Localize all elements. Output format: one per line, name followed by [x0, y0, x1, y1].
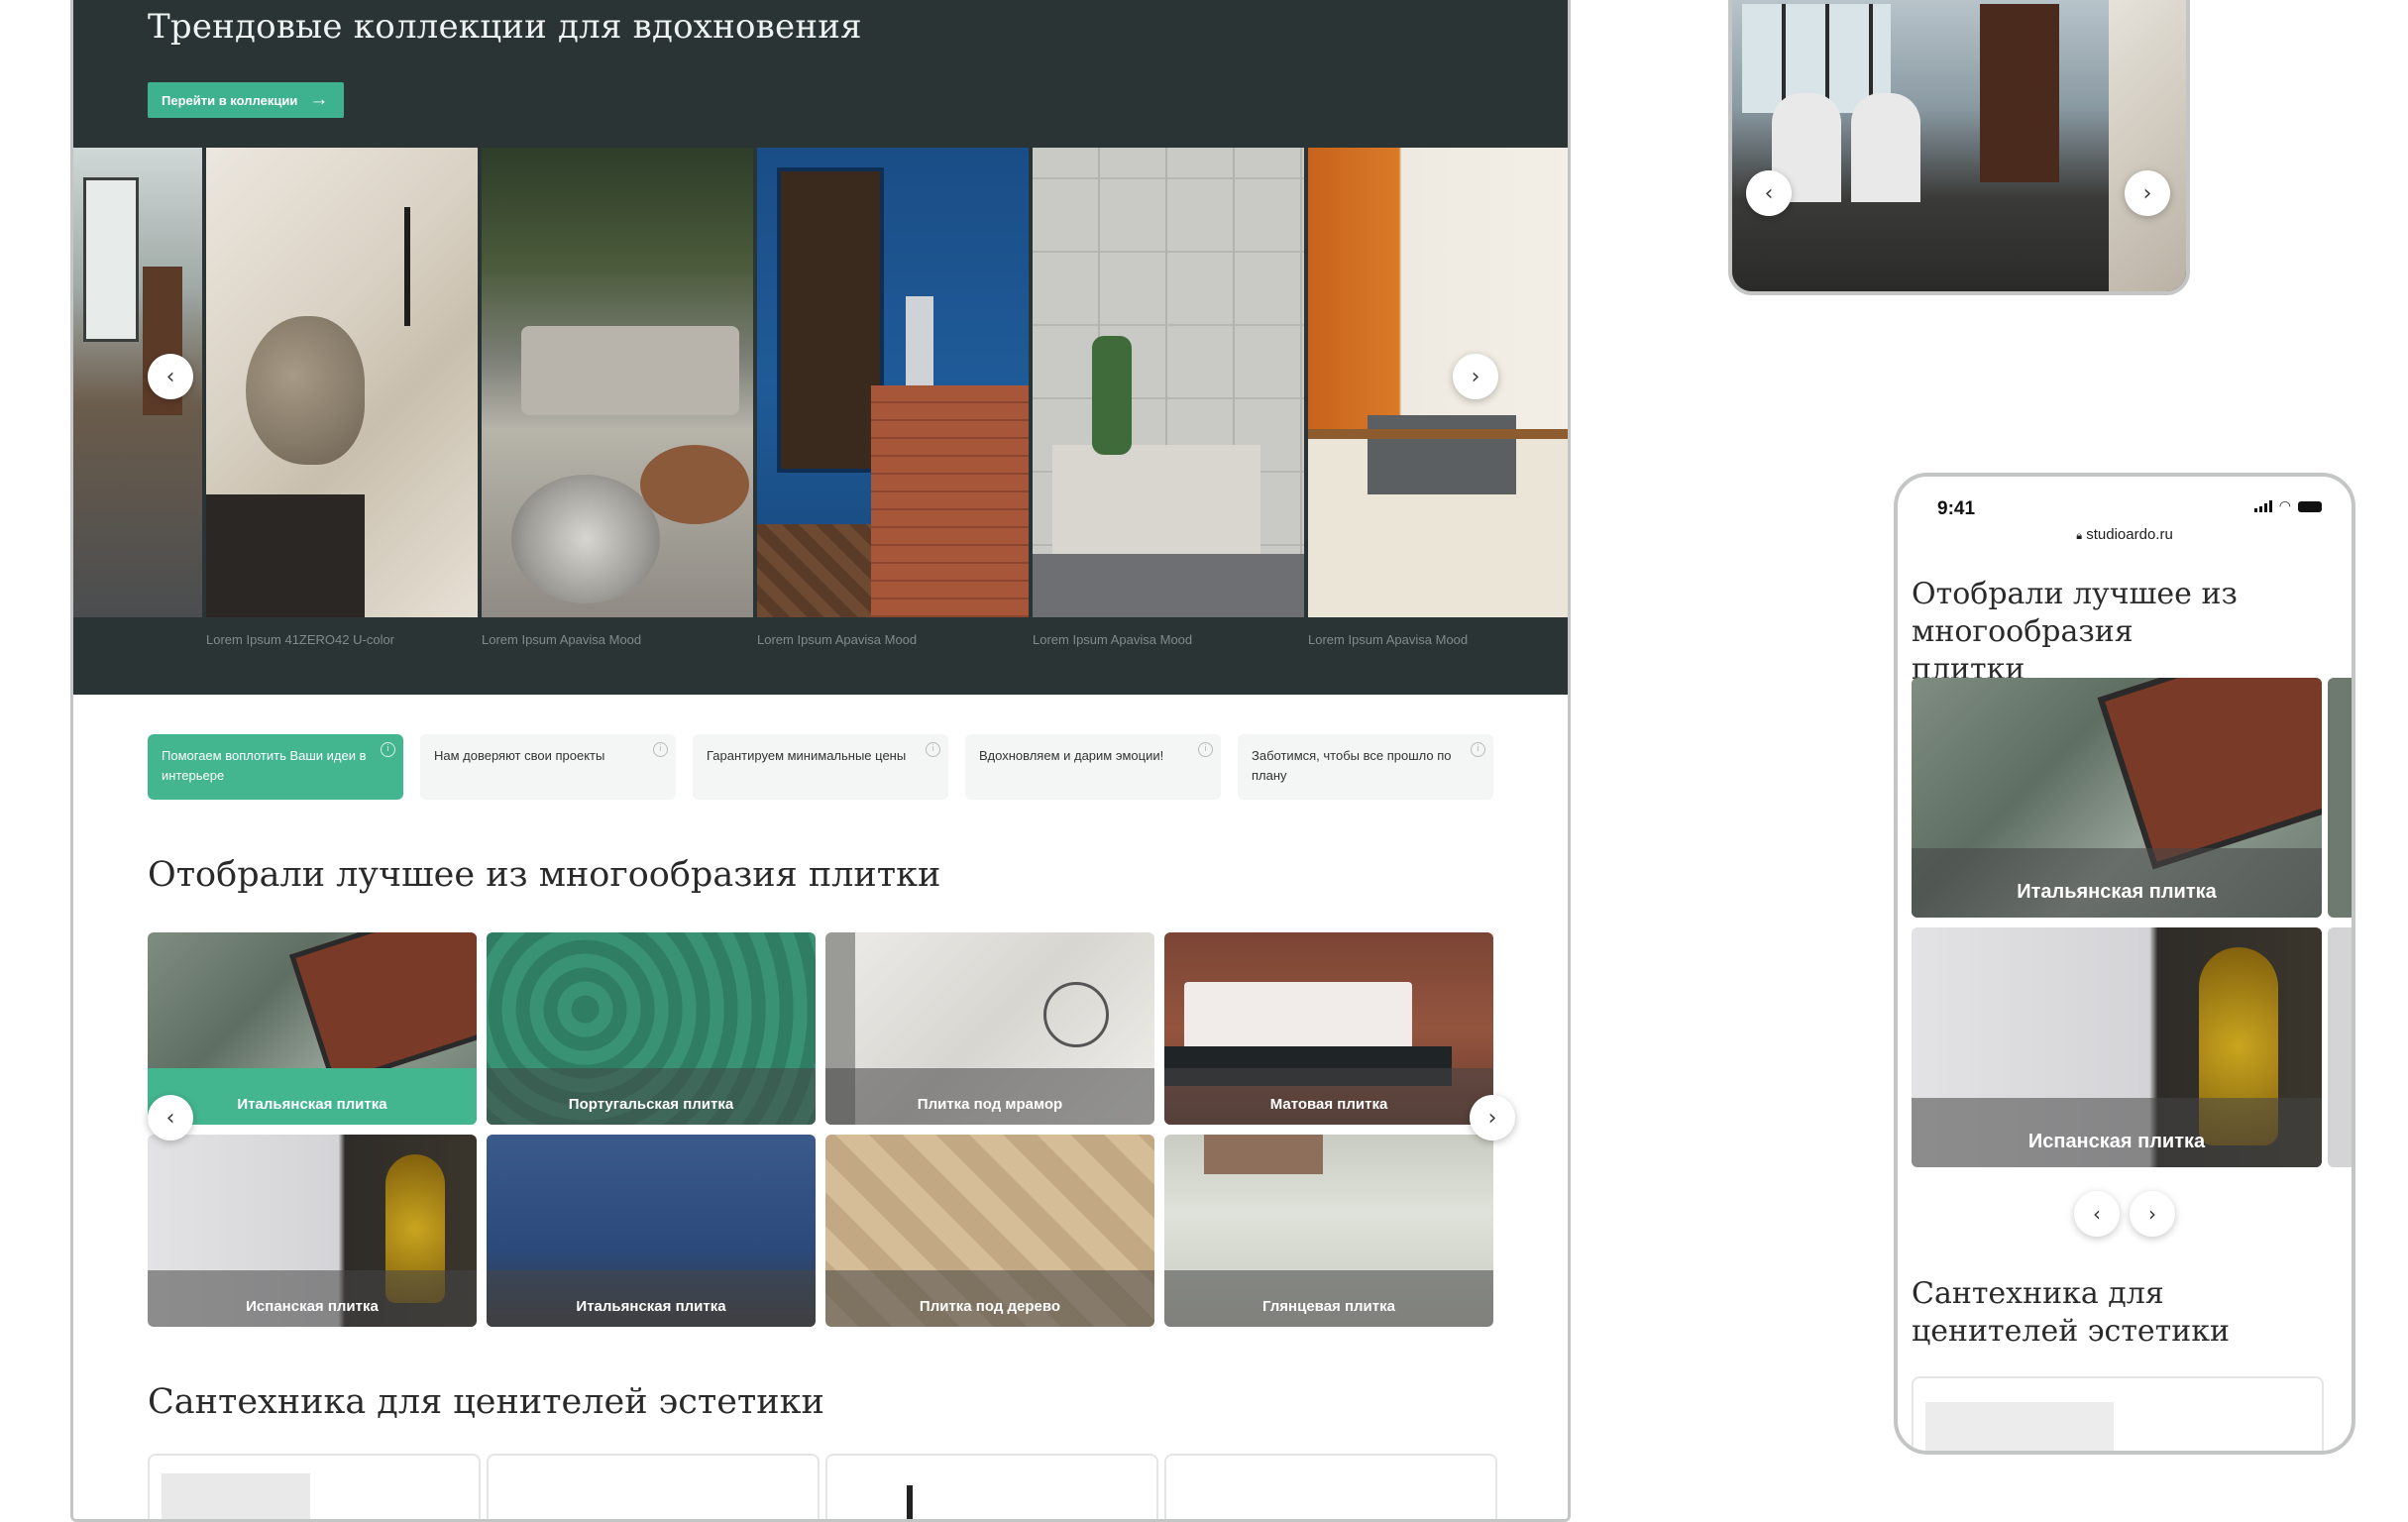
tile-category-matte[interactable]: Матовая плитка — [1164, 932, 1493, 1125]
tile-category-marble[interactable]: Плитка под мрамор — [825, 932, 1154, 1125]
phone-tile-peek — [2328, 678, 2352, 918]
chevron-left-icon: ‹ — [1764, 180, 1774, 206]
address-bar[interactable]: 🔒︎ studioardo.ru — [1898, 526, 2352, 543]
gallery-image-grey-tiles[interactable] — [1033, 148, 1304, 617]
address-bar-url: studioardo.ru — [2086, 526, 2173, 543]
tile-category-label: Португальская плитка — [487, 1068, 816, 1125]
gallery-prev-button[interactable]: ‹ — [148, 354, 193, 399]
phone-tile-spanish[interactable]: Испанская плитка — [1912, 927, 2322, 1167]
arrow-right-icon: → — [309, 89, 329, 110]
product-card[interactable] — [148, 1454, 481, 1519]
gallery-image-kitchen[interactable] — [1308, 148, 1568, 617]
gallery-image-marble-room[interactable] — [206, 148, 478, 617]
tablet-prev-button[interactable]: ‹ — [1746, 170, 1792, 216]
chevron-right-icon: › — [2142, 180, 2152, 206]
feature-tab-care[interactable]: Заботимся, чтобы все прошло по плану i — [1238, 734, 1493, 800]
plumbing-section-title: Сантехника для ценителей эстетики — [148, 1382, 824, 1422]
tile-category-label: Плитка под мрамор — [825, 1068, 1154, 1125]
tile-category-italian[interactable]: Итальянская плитка — [148, 932, 477, 1125]
tile-category-label: Итальянская плитка — [1912, 848, 2322, 918]
feature-tab-label: Заботимся, чтобы все прошло по плану — [1252, 748, 1452, 783]
phone-tiles-title: Отобрали лучшее из многообразия плитки — [1912, 577, 2238, 687]
tile-category-label: Матовая плитка — [1164, 1068, 1493, 1125]
info-icon[interactable]: i — [1471, 742, 1485, 757]
gallery-caption: Lorem Ipsum Apavisa Mood — [757, 632, 918, 647]
battery-icon — [2298, 500, 2322, 512]
tile-category-italian-2[interactable]: Итальянская плитка — [487, 1135, 816, 1327]
feature-tab-label: Гарантируем минимальные цены — [707, 748, 907, 763]
hero-title: Трендовые коллекции для вдохновения — [148, 7, 862, 47]
tablet-mockup: ‹ › — [1728, 0, 2190, 295]
tile-category-label: Глянцевая плитка — [1164, 1270, 1493, 1327]
product-card[interactable] — [1164, 1454, 1497, 1519]
lock-icon: 🔒︎ — [2076, 529, 2083, 542]
chevron-right-icon: › — [1471, 364, 1480, 389]
gallery-next-button[interactable]: › — [1453, 354, 1498, 399]
go-to-collections-button[interactable]: Перейти в коллекции → — [148, 82, 345, 118]
product-card[interactable] — [487, 1454, 820, 1519]
gallery-image-blue-wall[interactable] — [757, 148, 1029, 617]
tiles-prev-button[interactable]: ‹ — [148, 1095, 193, 1141]
status-bar-time: 9:41 — [1937, 498, 1976, 519]
tablet-next-button[interactable]: › — [2125, 170, 2170, 216]
gallery-caption: Lorem Ipsum Apavisa Mood — [1033, 632, 1193, 647]
tile-category-label: Итальянская плитка — [487, 1270, 816, 1327]
feature-tab-ideas[interactable]: Помогаем воплотить Ваши идеи в интерьере… — [148, 734, 403, 800]
gallery-caption: Lorem Ipsum Apavisa Mood — [1308, 632, 1469, 647]
tile-category-wood[interactable]: Плитка под дерево — [825, 1135, 1154, 1327]
tile-category-glossy[interactable]: Глянцевая плитка — [1164, 1135, 1493, 1327]
tablet-gallery-image — [1732, 0, 2109, 291]
status-bar-icons: ◠ — [2253, 498, 2322, 514]
feature-tab-label: Нам доверяют свои проекты — [434, 748, 605, 763]
tiles-next-button[interactable]: › — [1470, 1095, 1515, 1141]
gallery-caption: Lorem Ipsum Apavisa Mood — [482, 632, 642, 647]
signal-icon — [2253, 500, 2272, 512]
phone-tiles-next-button[interactable]: › — [2130, 1191, 2175, 1237]
tile-category-label: Испанская плитка — [1912, 1098, 2322, 1167]
product-card[interactable] — [825, 1454, 1158, 1519]
desktop-mockup: Трендовые коллекции для вдохновения Пере… — [70, 0, 1571, 1522]
go-to-collections-label: Перейти в коллекции — [162, 92, 298, 108]
tiles-section-title: Отобрали лучшее из многообразия плитки — [148, 855, 941, 895]
phone-product-card[interactable] — [1912, 1376, 2324, 1451]
trending-collections-hero: Трендовые коллекции для вдохновения Пере… — [73, 0, 1568, 695]
info-icon[interactable]: i — [381, 742, 395, 757]
gallery-caption: Lorem Ipsum 41ZERO42 U-color — [206, 632, 395, 647]
phone-tiles-prev-button[interactable]: ‹ — [2074, 1191, 2120, 1237]
chevron-left-icon: ‹ — [165, 364, 175, 389]
tile-category-label: Плитка под дерево — [825, 1270, 1154, 1327]
phone-plumbing-title: Сантехника для ценителей эстетики — [1912, 1276, 2231, 1349]
feature-tab-label: Помогаем воплотить Ваши идеи в интерьере — [162, 748, 367, 783]
phone-tile-peek — [2328, 927, 2352, 1167]
chevron-left-icon: ‹ — [2093, 1202, 2101, 1226]
chevron-left-icon: ‹ — [165, 1105, 175, 1131]
info-icon[interactable]: i — [926, 742, 940, 757]
info-icon[interactable]: i — [653, 742, 668, 757]
chevron-right-icon: › — [2148, 1202, 2156, 1226]
tile-category-label: Испанская плитка — [148, 1270, 477, 1327]
feature-tab-label: Вдохновляем и дарим эмоции! — [979, 748, 1164, 763]
tile-category-portuguese[interactable]: Португальская плитка — [487, 932, 816, 1125]
phone-tile-italian[interactable]: Итальянская плитка — [1912, 678, 2322, 918]
phone-mockup: 9:41 ◠ 🔒︎ studioardo.ru Отобрали лучшее … — [1894, 473, 2355, 1455]
chevron-right-icon: › — [1487, 1105, 1497, 1131]
info-icon[interactable]: i — [1198, 742, 1213, 757]
tile-category-label: Итальянская плитка — [148, 1068, 477, 1125]
feature-tab-emotions[interactable]: Вдохновляем и дарим эмоции! i — [965, 734, 1221, 800]
wifi-icon: ◠ — [2278, 498, 2291, 514]
feature-tab-prices[interactable]: Гарантируем минимальные цены i — [693, 734, 948, 800]
tile-category-spanish[interactable]: Испанская плитка — [148, 1135, 477, 1327]
gallery-image-patio[interactable] — [482, 148, 753, 617]
feature-tab-trust[interactable]: Нам доверяют свои проекты i — [420, 734, 676, 800]
